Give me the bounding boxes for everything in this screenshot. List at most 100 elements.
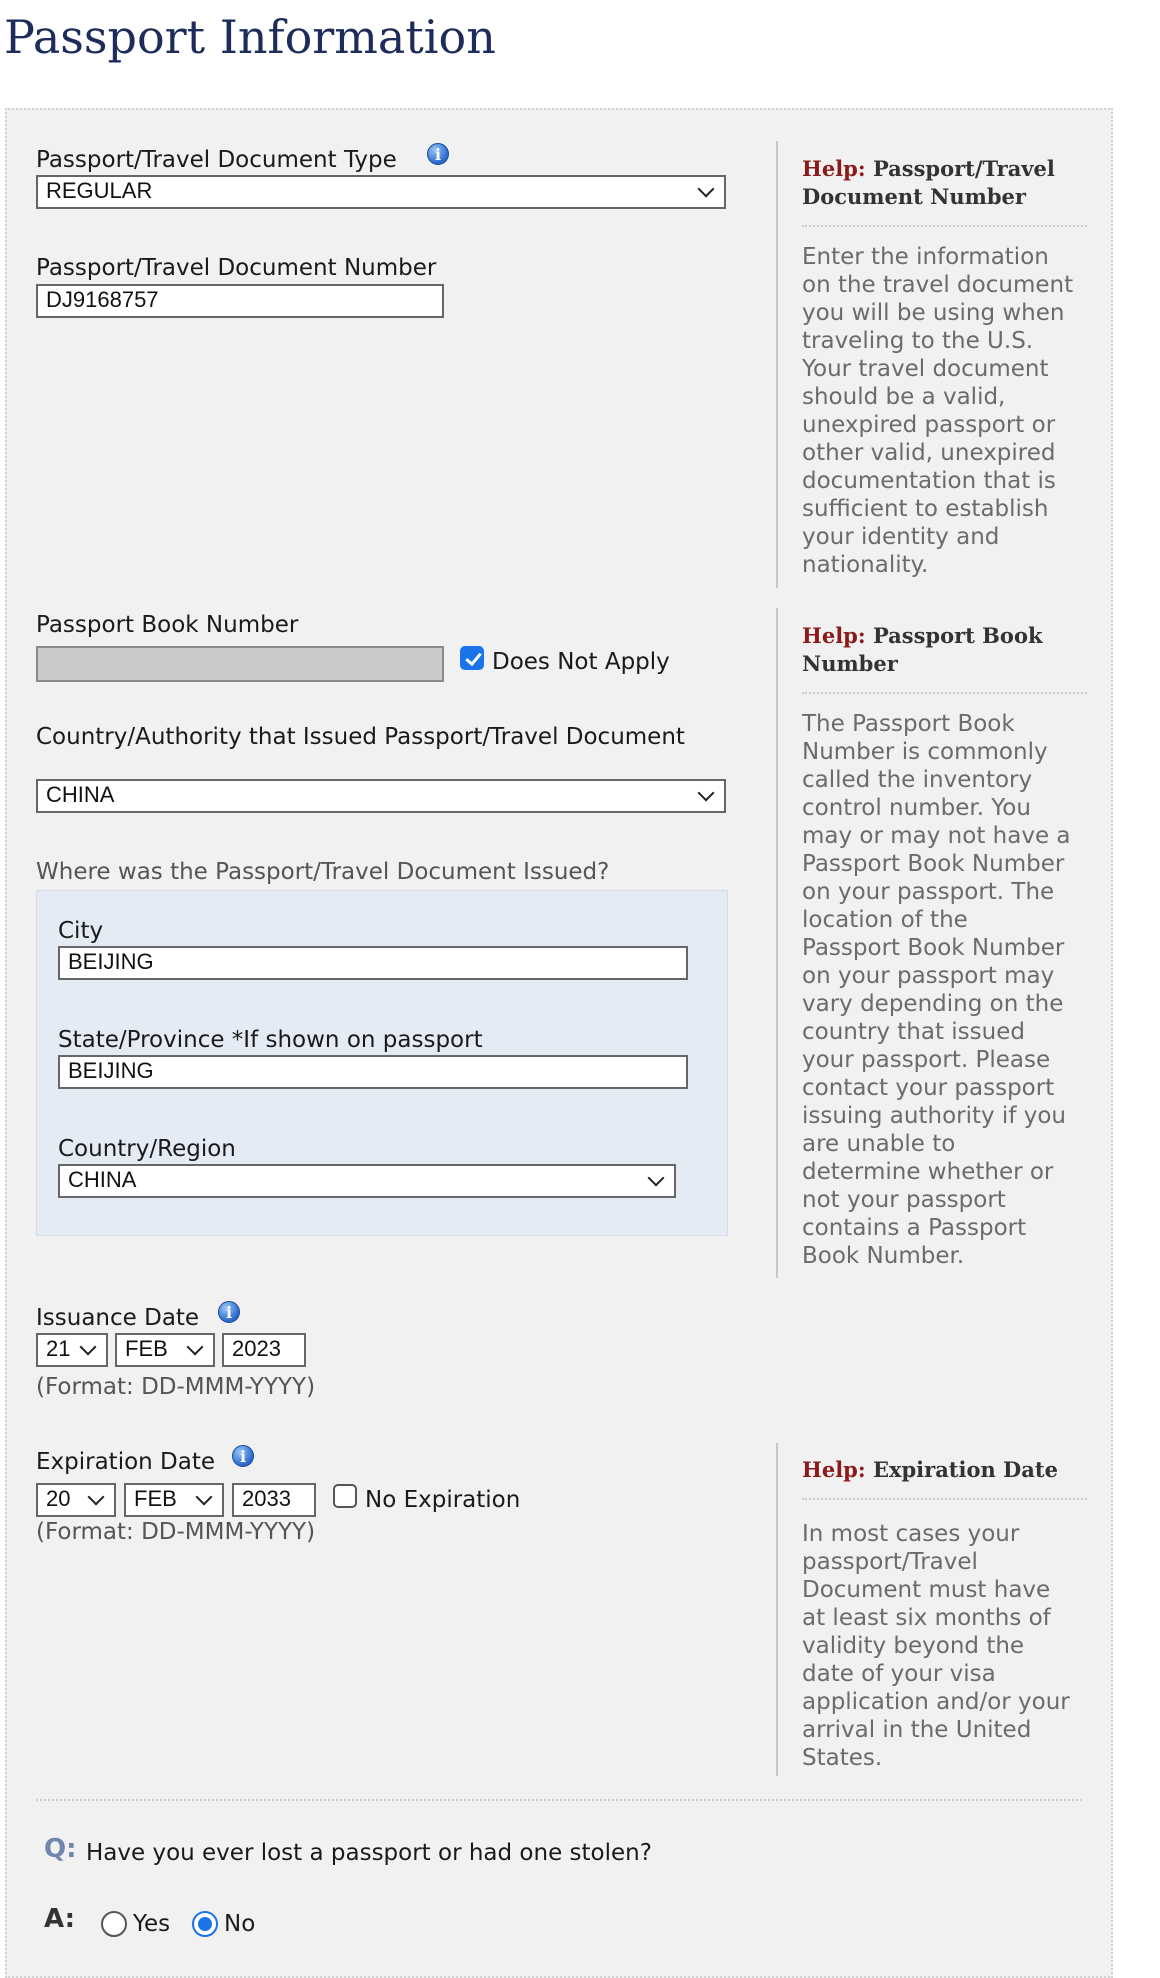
issuance-month-select[interactable]: FEB <box>115 1333 215 1367</box>
doc-type-select[interactable]: REGULAR <box>36 175 726 209</box>
book-number-input[interactable] <box>36 646 444 682</box>
help-body: In most cases your passport/Travel Docum… <box>802 1520 1087 1772</box>
issuance-month-value: FEB <box>125 1336 168 1361</box>
help-line: called the inventory <box>802 767 1033 793</box>
issuing-country-select[interactable]: CHINA <box>36 779 726 813</box>
doc-type-label: Passport/Travel Document Type <box>36 146 397 174</box>
help-divider <box>776 141 778 588</box>
help-line: Enter the information <box>802 244 1049 270</box>
help-line: documentation that is <box>802 468 1056 494</box>
help-line: on your passport may <box>802 963 1055 989</box>
doc-type-label-text: Passport/Travel Document Type <box>36 147 397 173</box>
book-number-label: Passport Book Number <box>36 612 299 638</box>
no-expiration-checkbox[interactable] <box>333 1484 357 1508</box>
help-line: issuing authority if you <box>802 1103 1066 1129</box>
help-line: other valid, unexpired <box>802 440 1056 466</box>
help-body: Enter the information on the travel docu… <box>802 243 1087 579</box>
help-line: sufficient to establish <box>802 496 1049 522</box>
help-line: your identity and <box>802 524 1000 550</box>
issuance-day-value: 21 <box>46 1336 71 1361</box>
question-marker: Q: <box>44 1834 77 1864</box>
yes-label: Yes <box>133 1911 171 1937</box>
chevron-down-icon <box>87 1488 105 1506</box>
expiration-year-input[interactable]: 2033 <box>232 1483 316 1517</box>
chevron-down-icon <box>195 1488 213 1506</box>
expiration-format-hint: (Format: DD-MMM-YYYY) <box>36 1519 316 1545</box>
issuance-date-label: Issuance Date <box>36 1305 200 1331</box>
issuance-year-input[interactable]: 2023 <box>222 1333 306 1367</box>
expiration-day-value: 20 <box>46 1486 71 1511</box>
info-icon[interactable]: i <box>427 143 449 165</box>
country-region-select[interactable]: CHINA <box>58 1164 676 1198</box>
help-line: determine whether or <box>802 1159 1054 1185</box>
help-line: contact your passport <box>802 1075 1055 1101</box>
help-line: unexpired passport or <box>802 412 1056 438</box>
issuance-day-select[interactable]: 21 <box>36 1333 108 1367</box>
help-line: Document must have <box>802 1577 1051 1603</box>
help-word: Help: <box>802 156 866 181</box>
help-separator <box>802 1498 1087 1500</box>
yes-radio[interactable] <box>101 1911 127 1937</box>
expiration-day-select[interactable]: 20 <box>36 1483 116 1517</box>
chevron-down-icon <box>697 784 715 802</box>
help-word: Help: <box>802 1457 866 1482</box>
help-line: country that issued <box>802 1019 1025 1045</box>
help-line: on the travel document <box>802 272 1074 298</box>
no-radio[interactable] <box>192 1911 218 1937</box>
help-line: traveling to the U.S. <box>802 328 1034 354</box>
help-expiration: Help: Expiration Date In most cases your… <box>802 1456 1087 1772</box>
help-divider <box>776 1443 778 1776</box>
no-expiration-label: No Expiration <box>365 1487 521 1513</box>
help-line: Number is commonly <box>802 739 1048 765</box>
help-line: should be a valid, <box>802 384 1006 410</box>
help-line: Passport Book Number <box>802 851 1065 877</box>
help-line: your passport. Please <box>802 1047 1051 1073</box>
does-not-apply-checkbox[interactable] <box>460 646 484 670</box>
does-not-apply-label: Does Not Apply <box>492 649 670 675</box>
help-body: The Passport Book Number is commonly cal… <box>802 710 1087 1270</box>
expiration-month-select[interactable]: FEB <box>124 1483 224 1517</box>
answer-marker: A: <box>44 1904 76 1934</box>
help-title-text: Expiration Date <box>872 1457 1058 1482</box>
qa-separator <box>36 1799 1082 1801</box>
info-icon[interactable]: i <box>218 1301 240 1323</box>
help-line: you will be using when <box>802 300 1065 326</box>
issuing-country-label: Country/Authority that Issued Passport/T… <box>36 724 685 750</box>
issuing-country-value: CHINA <box>46 782 115 807</box>
no-label: No <box>224 1911 256 1937</box>
help-line: vary depending on the <box>802 991 1064 1017</box>
info-icon[interactable]: i <box>232 1445 254 1467</box>
help-line: arrival in the United <box>802 1717 1032 1743</box>
issuance-format-hint: (Format: DD-MMM-YYYY) <box>36 1374 316 1400</box>
doc-type-value: REGULAR <box>46 178 153 203</box>
help-separator <box>802 225 1087 227</box>
state-input[interactable]: BEIJING <box>58 1055 688 1089</box>
help-line: control number. You <box>802 795 1031 821</box>
help-line: application and/or your <box>802 1689 1070 1715</box>
help-line: passport/Travel <box>802 1549 978 1575</box>
help-title: Help: Expiration Date <box>802 1456 1087 1484</box>
help-divider <box>776 608 778 1278</box>
issued-where-label: Where was the Passport/Travel Document I… <box>36 859 610 885</box>
expiration-month-value: FEB <box>134 1486 177 1511</box>
chevron-down-icon <box>79 1338 97 1356</box>
page-title: Passport Information <box>4 10 496 64</box>
help-line: at least six months of <box>802 1605 1051 1631</box>
help-line: on your passport. The <box>802 879 1055 905</box>
help-line: contains a Passport <box>802 1215 1027 1241</box>
help-line: are unable to <box>802 1131 956 1157</box>
doc-number-label: Passport/Travel Document Number <box>36 255 437 281</box>
lost-passport-question: Have you ever lost a passport or had one… <box>86 1840 652 1866</box>
help-line: Your travel document <box>802 356 1049 382</box>
country-region-value: CHINA <box>68 1167 137 1192</box>
help-line: may or may not have a <box>802 823 1071 849</box>
help-line: nationality. <box>802 552 929 578</box>
help-title: Help: Passport Book Number <box>802 622 1087 678</box>
help-line: The Passport Book <box>802 711 1015 737</box>
city-input[interactable]: BEIJING <box>58 946 688 980</box>
doc-number-input[interactable]: DJ9168757 <box>36 284 444 318</box>
help-line: Passport Book Number <box>802 935 1065 961</box>
help-line: Book Number. <box>802 1243 965 1269</box>
help-line: location of the <box>802 907 968 933</box>
help-title: Help: Passport/Travel Document Number <box>802 155 1087 211</box>
